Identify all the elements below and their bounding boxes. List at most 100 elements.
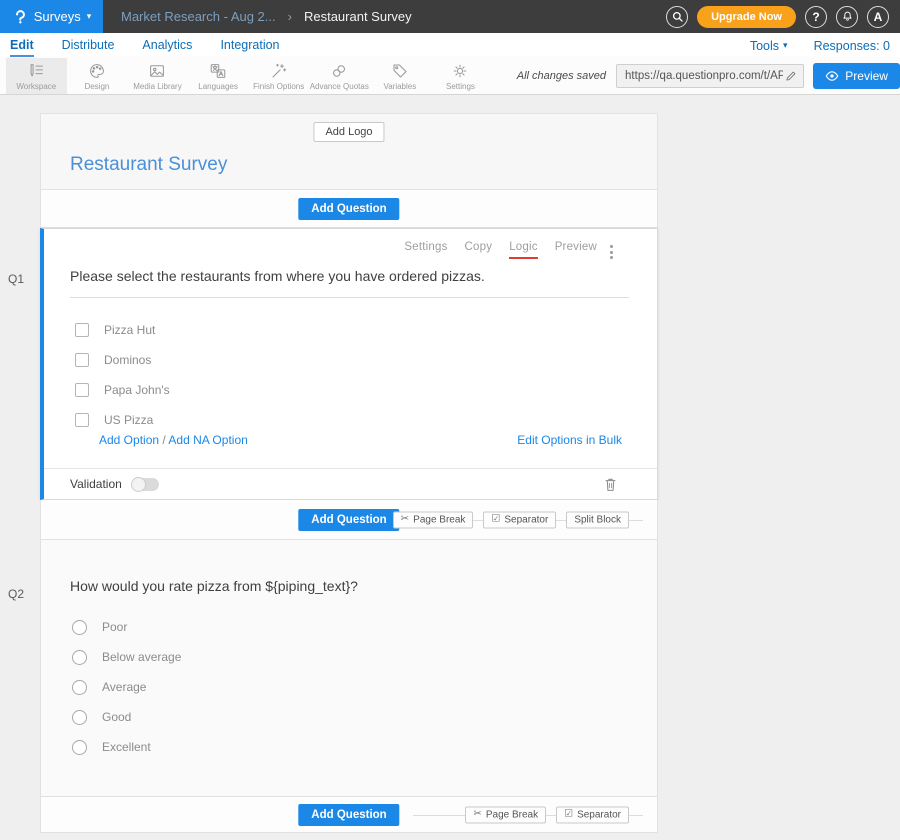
tab-edit[interactable]: Edit bbox=[10, 35, 34, 57]
option-label[interactable]: US Pizza bbox=[104, 413, 153, 427]
search-button[interactable] bbox=[666, 6, 688, 28]
add-question-strip-top: Add Question bbox=[40, 190, 658, 228]
action-logic[interactable]: Logic bbox=[509, 241, 538, 259]
ribbon-item-design[interactable]: Design bbox=[67, 58, 128, 94]
checkbox[interactable] bbox=[75, 353, 89, 367]
option-links-left: Add Option / Add NA Option bbox=[99, 433, 248, 447]
action-copy[interactable]: Copy bbox=[465, 241, 493, 259]
q1-label: Q1 bbox=[8, 272, 24, 286]
q2-card: How would you rate pizza from ${piping_t… bbox=[40, 540, 658, 797]
translate-icon bbox=[209, 62, 227, 80]
tools-menu[interactable]: Tools ▾ bbox=[750, 39, 788, 53]
edit-url-button[interactable] bbox=[785, 70, 797, 82]
q2-question-text[interactable]: How would you rate pizza from ${piping_t… bbox=[70, 578, 629, 594]
radio-button[interactable] bbox=[72, 650, 87, 665]
delete-question-button[interactable] bbox=[604, 477, 617, 492]
q1-card: Settings Copy Logic Preview Please selec… bbox=[40, 228, 658, 500]
option-label[interactable]: Average bbox=[102, 680, 146, 694]
option-label[interactable]: Below average bbox=[102, 650, 181, 664]
ribbon-item-variables[interactable]: Variables bbox=[370, 58, 431, 94]
menubar-right: Tools ▾ Responses: 0 bbox=[750, 39, 890, 53]
action-preview[interactable]: Preview bbox=[555, 241, 597, 259]
ribbon-item-finish-options[interactable]: Finish Options bbox=[248, 58, 309, 94]
save-status: All changes saved bbox=[517, 70, 606, 82]
insert-controls: ✂ Page Break ☑ Separator bbox=[465, 806, 629, 823]
ribbon-toolbar: Workspace Design Media Library Languages… bbox=[0, 58, 900, 95]
validation-label: Validation bbox=[70, 477, 122, 491]
radio-button[interactable] bbox=[72, 740, 87, 755]
magic-wand-icon bbox=[270, 62, 288, 80]
avatar[interactable]: A bbox=[867, 6, 889, 28]
survey-url-input[interactable] bbox=[623, 69, 785, 83]
notifications-button[interactable] bbox=[836, 6, 858, 28]
image-icon bbox=[148, 62, 166, 80]
eye-icon bbox=[825, 69, 839, 83]
ribbon-item-media-library[interactable]: Media Library bbox=[127, 58, 188, 94]
preview-button[interactable]: Preview bbox=[813, 63, 900, 89]
option-row: Papa John's bbox=[75, 375, 627, 405]
search-icon bbox=[671, 10, 684, 23]
checkbox[interactable] bbox=[75, 383, 89, 397]
survey-title[interactable]: Restaurant Survey bbox=[70, 154, 227, 176]
option-label[interactable]: Dominos bbox=[104, 353, 151, 367]
breadcrumb-current[interactable]: Restaurant Survey bbox=[304, 9, 412, 24]
radio-button[interactable] bbox=[72, 620, 87, 635]
question-kebab-menu[interactable] bbox=[608, 243, 615, 261]
separator-button[interactable]: ☑ Separator bbox=[556, 806, 629, 823]
breadcrumb: Market Research - Aug 2... › Restaurant … bbox=[121, 9, 412, 24]
option-label[interactable]: Papa John's bbox=[104, 383, 170, 397]
top-header: Surveys ▾ Market Research - Aug 2... › R… bbox=[0, 0, 900, 33]
add-question-button[interactable]: Add Question bbox=[298, 509, 399, 531]
option-label[interactable]: Good bbox=[102, 710, 131, 724]
survey-url-box bbox=[616, 64, 804, 88]
trash-icon bbox=[604, 477, 617, 492]
preview-button-label: Preview bbox=[845, 69, 888, 83]
ribbon-item-settings[interactable]: Settings bbox=[430, 58, 491, 94]
separator-button[interactable]: ☑ Separator bbox=[483, 511, 556, 528]
validation-toggle[interactable] bbox=[132, 478, 159, 491]
upgrade-button[interactable]: Upgrade Now bbox=[697, 6, 796, 28]
action-settings[interactable]: Settings bbox=[404, 241, 447, 259]
option-row: US Pizza bbox=[75, 405, 627, 435]
surveys-menu-label: Surveys bbox=[34, 9, 81, 24]
breadcrumb-folder[interactable]: Market Research - Aug 2... bbox=[121, 9, 276, 24]
q1-question-text[interactable]: Please select the restaurants from where… bbox=[70, 268, 629, 298]
tools-menu-label: Tools bbox=[750, 39, 779, 53]
surveys-menu[interactable]: Surveys ▾ bbox=[0, 0, 103, 33]
option-label[interactable]: Poor bbox=[102, 620, 127, 634]
help-button[interactable]: ? bbox=[805, 6, 827, 28]
add-option-link[interactable]: Add Option bbox=[99, 433, 159, 447]
ribbon-item-advance-quotas[interactable]: Advance Quotas bbox=[309, 58, 370, 94]
add-na-option-link[interactable]: Add NA Option bbox=[168, 433, 247, 447]
page-break-button[interactable]: ✂ Page Break bbox=[393, 511, 474, 528]
tab-distribute[interactable]: Distribute bbox=[62, 35, 115, 57]
tab-analytics[interactable]: Analytics bbox=[142, 35, 192, 57]
split-block-button[interactable]: Split Block bbox=[566, 511, 629, 528]
page-break-button[interactable]: ✂ Page Break bbox=[465, 806, 546, 823]
ribbon-item-workspace[interactable]: Workspace bbox=[6, 58, 67, 94]
ribbon-item-languages[interactable]: Languages bbox=[188, 58, 249, 94]
add-question-button[interactable]: Add Question bbox=[298, 198, 399, 220]
option-row: Excellent bbox=[72, 732, 627, 762]
checkbox[interactable] bbox=[75, 323, 89, 337]
scissors-icon: ✂ bbox=[473, 810, 481, 820]
checkbox[interactable] bbox=[75, 413, 89, 427]
tab-integration[interactable]: Integration bbox=[220, 35, 279, 57]
gear-icon bbox=[451, 62, 469, 80]
edit-options-bulk-link[interactable]: Edit Options in Bulk bbox=[517, 433, 622, 447]
header-actions: Upgrade Now ? A bbox=[666, 6, 900, 28]
breadcrumb-separator-icon: › bbox=[288, 9, 292, 24]
add-question-button[interactable]: Add Question bbox=[298, 804, 399, 826]
add-question-strip-middle: Add Question ✂ Page Break ☑ Separator Sp… bbox=[40, 500, 658, 540]
question-actions: Settings Copy Logic Preview bbox=[404, 241, 597, 259]
option-row: Poor bbox=[72, 612, 627, 642]
radio-button[interactable] bbox=[72, 710, 87, 725]
option-row: Below average bbox=[72, 642, 627, 672]
radio-button[interactable] bbox=[72, 680, 87, 695]
option-label[interactable]: Excellent bbox=[102, 740, 151, 754]
responses-count[interactable]: Responses: 0 bbox=[814, 39, 890, 53]
add-logo-button[interactable]: Add Logo bbox=[313, 122, 384, 142]
option-label[interactable]: Pizza Hut bbox=[104, 323, 155, 337]
pencil-icon bbox=[785, 70, 797, 82]
option-row: Pizza Hut bbox=[75, 315, 627, 345]
